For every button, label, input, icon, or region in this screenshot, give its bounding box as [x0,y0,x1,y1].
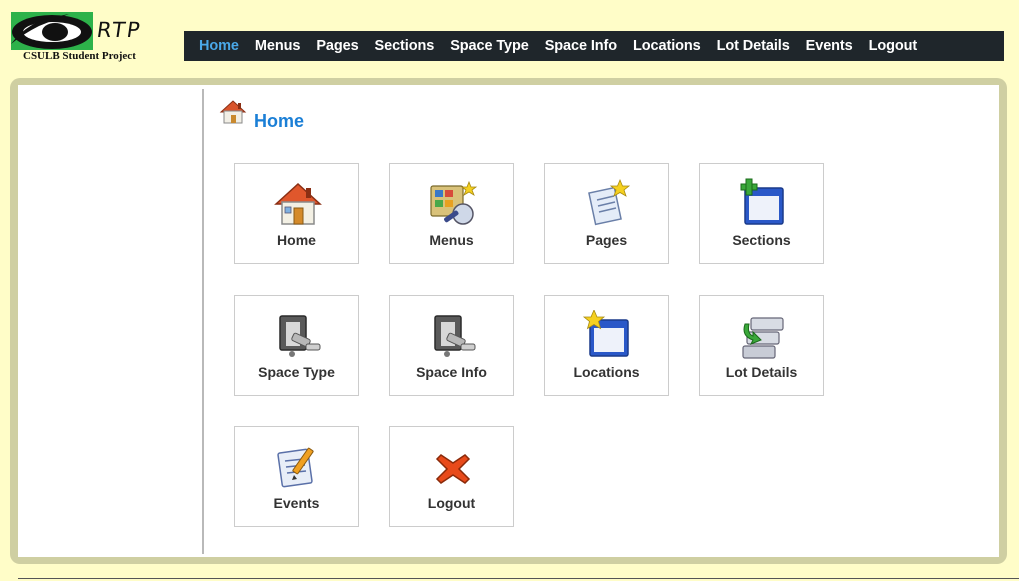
rtp-logo: RTP CSULB Student Project [9,10,179,64]
nav-home[interactable]: Home [191,38,247,54]
nav-locations[interactable]: Locations [625,38,709,54]
page-title: Home [254,110,305,131]
tile-home[interactable]: Home [234,163,359,264]
logo-wordmark: RTP [95,18,144,42]
space-info-icon [434,315,476,357]
tile-label: Space Info [416,364,487,380]
sidebar-divider [202,89,204,554]
locations-icon [582,310,629,357]
lot-details-icon [742,317,784,359]
logout-icon [435,454,471,484]
nav-sections[interactable]: Sections [367,38,443,54]
main-nav: Home Menus Pages Sections Space Type Spa… [184,31,1004,61]
nav-space-info[interactable]: Space Info [537,38,625,54]
nav-menus[interactable]: Menus [247,38,308,54]
footer-rule [18,578,1019,579]
logo-subtitle: CSULB Student Project [23,50,136,62]
logo-eye-icon [11,12,93,50]
tile-events[interactable]: Events [234,426,359,527]
tile-space-info[interactable]: Space Info [389,295,514,396]
nav-space-type[interactable]: Space Type [442,38,537,54]
tile-pages[interactable]: Pages [544,163,669,264]
nav-lot-details[interactable]: Lot Details [709,38,798,54]
nav-pages[interactable]: Pages [308,38,366,54]
tile-space-type[interactable]: Space Type [234,295,359,396]
tile-sections[interactable]: Sections [699,163,824,264]
nav-events[interactable]: Events [798,38,861,54]
tile-label: Sections [732,232,791,248]
tile-label: Logout [427,495,476,511]
tile-label: Lot Details [725,364,798,380]
tile-label: Events [273,495,320,511]
tile-logout[interactable]: Logout [389,426,514,527]
menus-icon [430,180,478,225]
tile-locations[interactable]: Locations [544,295,669,396]
space-type-icon [279,315,321,357]
events-icon [277,447,314,488]
tile-label: Home [277,232,316,248]
pages-icon [588,178,631,226]
home-icon [219,100,247,124]
tile-label: Pages [585,232,628,248]
sections-icon [740,178,784,225]
tile-label: Locations [573,364,640,380]
tile-label: Space Type [258,364,335,380]
home-icon [274,182,322,225]
tile-menus[interactable]: Menus [389,163,514,264]
nav-logout[interactable]: Logout [861,38,926,54]
tile-label: Menus [429,232,474,248]
tile-lot-details[interactable]: Lot Details [699,295,824,396]
page-heading: Home [218,99,304,133]
